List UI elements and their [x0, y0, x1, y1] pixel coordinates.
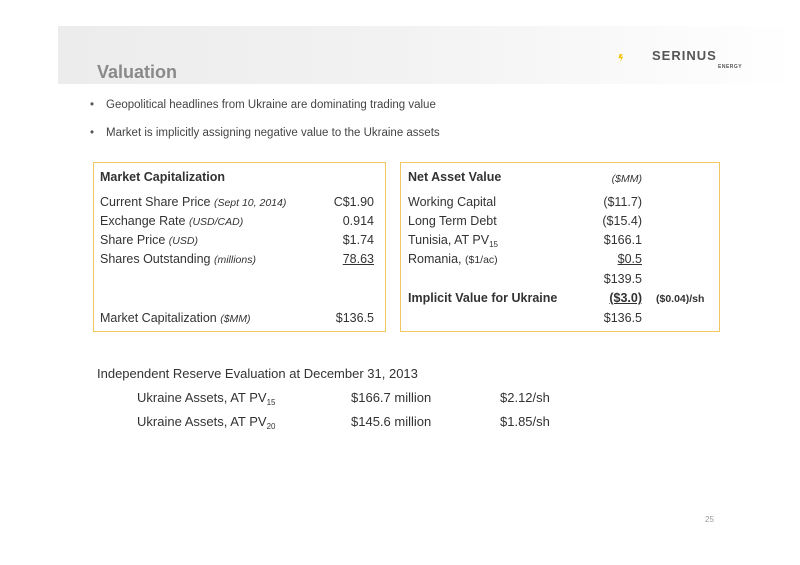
- nav-row-value: $166.1: [603, 233, 642, 247]
- ukraine-implicit-value: ($3.0): [609, 291, 642, 305]
- market-cap-box: [93, 162, 386, 332]
- logo-text: SERINUS: [652, 48, 717, 63]
- nav-row-label: Working Capital: [408, 195, 497, 209]
- page-number: 25: [705, 515, 714, 524]
- market-cap-heading: Market Capitalization: [100, 170, 226, 184]
- bullet-dot: •: [90, 99, 95, 111]
- market-cap-row-label: Share Price (USD): [100, 233, 198, 247]
- bullet-item: • Geopolitical headlines from Ukraine are…: [90, 99, 436, 111]
- reserve-row-amount: $166.7 million: [351, 390, 432, 405]
- reserve-row-label: Ukraine Assets, AT PV20: [137, 414, 276, 431]
- nav-row-value: $0.5: [617, 252, 642, 266]
- market-cap-row-label: Current Share Price (Sept 10, 2014): [100, 195, 287, 209]
- nav-unit: ($MM): [611, 173, 642, 185]
- market-cap-row-value: $1.74: [342, 233, 374, 247]
- reserve-heading: Independent Reserve Evaluation at Decemb…: [97, 366, 418, 381]
- ukraine-implicit-label: Implicit Value for Ukraine: [408, 291, 558, 305]
- nav-row-label: Long Term Debt: [408, 214, 497, 228]
- market-cap-total-label: Market Capitalization ($MM): [100, 311, 251, 325]
- market-cap-row-value: C$1.90: [333, 195, 374, 209]
- nav-total: $136.5: [603, 311, 642, 325]
- bullet-dot: •: [90, 127, 95, 139]
- nav-row-label: Tunisia, AT PV15: [408, 233, 498, 249]
- logo-subtext: ENERGY: [718, 64, 743, 70]
- nav-row-label: Romania, ($1/ac): [408, 252, 498, 266]
- market-cap-row-value: 78.63: [342, 252, 374, 266]
- reserve-row-per-share: $1.85/sh: [500, 414, 550, 429]
- page-title: Valuation: [97, 62, 178, 82]
- nav-heading: Net Asset Value: [408, 170, 502, 184]
- ukraine-per-share: ($0.04)/sh: [656, 293, 705, 305]
- serinus-logo-icon: [618, 54, 624, 62]
- bullet-item: • Market is implicitly assigning negative…: [90, 127, 440, 139]
- nav-subtotal: $139.5: [603, 272, 642, 286]
- reserve-row-per-share: $2.12/sh: [500, 390, 550, 405]
- nav-row-value: ($11.7): [603, 195, 642, 209]
- market-cap-row-value: 0.914: [342, 214, 374, 228]
- reserve-row-amount: $145.6 million: [351, 414, 432, 429]
- market-cap-row-label: Shares Outstanding (millions): [100, 252, 256, 266]
- market-cap-row-label: Exchange Rate (USD/CAD): [100, 214, 244, 228]
- nav-row-value: ($15.4): [602, 214, 642, 228]
- reserve-row-label: Ukraine Assets, AT PV15: [137, 390, 276, 407]
- market-cap-total-value: $136.5: [335, 311, 374, 325]
